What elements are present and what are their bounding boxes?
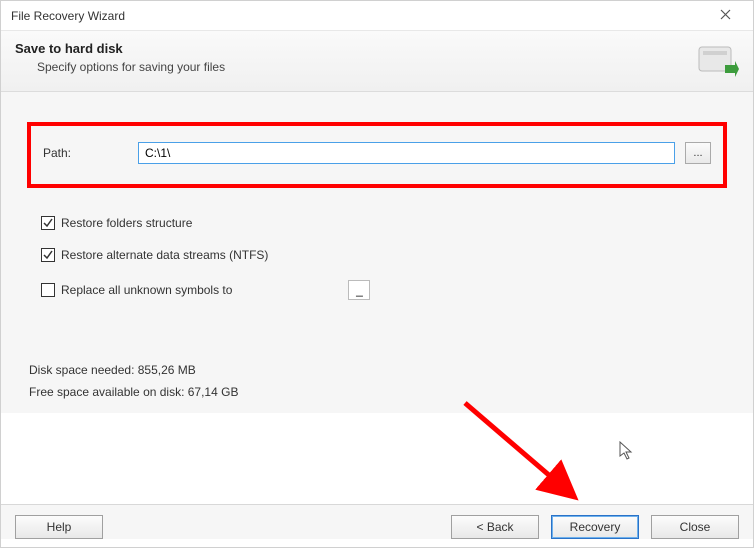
content-area: Path: ... Restore folders structure Rest… [1,92,753,413]
restore-ads-checkbox[interactable] [41,248,55,262]
restore-ads-label: Restore alternate data streams (NTFS) [61,248,268,262]
titlebar: File Recovery Wizard [1,1,753,31]
path-label: Path: [43,146,128,160]
close-icon [720,8,731,23]
path-input[interactable] [138,142,675,164]
option-replace-symbols: Replace all unknown symbols to [41,280,727,300]
header-subtitle: Specify options for saving your files [37,60,225,74]
hard-disk-icon [697,41,739,79]
path-highlight-annotation: Path: ... [27,122,727,188]
help-button[interactable]: Help [15,515,103,539]
checkmark-icon [43,218,53,228]
back-button[interactable]: < Back [451,515,539,539]
browse-button[interactable]: ... [685,142,711,164]
restore-folders-checkbox[interactable] [41,216,55,230]
window-title: File Recovery Wizard [11,9,125,23]
path-row: Path: ... [43,142,711,164]
cursor-icon [619,441,635,461]
replace-symbol-input[interactable] [348,280,370,300]
button-bar: Help < Back Recovery Close [1,504,753,539]
replace-symbols-checkbox[interactable] [41,283,55,297]
header: Save to hard disk Specify options for sa… [1,31,753,92]
arrow-annotation [461,399,601,519]
disk-space-needed: Disk space needed: 855,26 MB [29,360,727,382]
recovery-button[interactable]: Recovery [551,515,639,539]
checkmark-icon [43,250,53,260]
option-restore-ads: Restore alternate data streams (NTFS) [41,248,727,262]
close-button[interactable]: Close [651,515,739,539]
disk-space-free: Free space available on disk: 67,14 GB [29,382,727,404]
disk-info: Disk space needed: 855,26 MB Free space … [29,360,727,403]
option-restore-folders: Restore folders structure [41,216,727,230]
restore-folders-label: Restore folders structure [61,216,192,230]
header-title: Save to hard disk [15,41,225,56]
replace-symbols-label: Replace all unknown symbols to [61,283,232,297]
window-close-button[interactable] [705,4,745,28]
